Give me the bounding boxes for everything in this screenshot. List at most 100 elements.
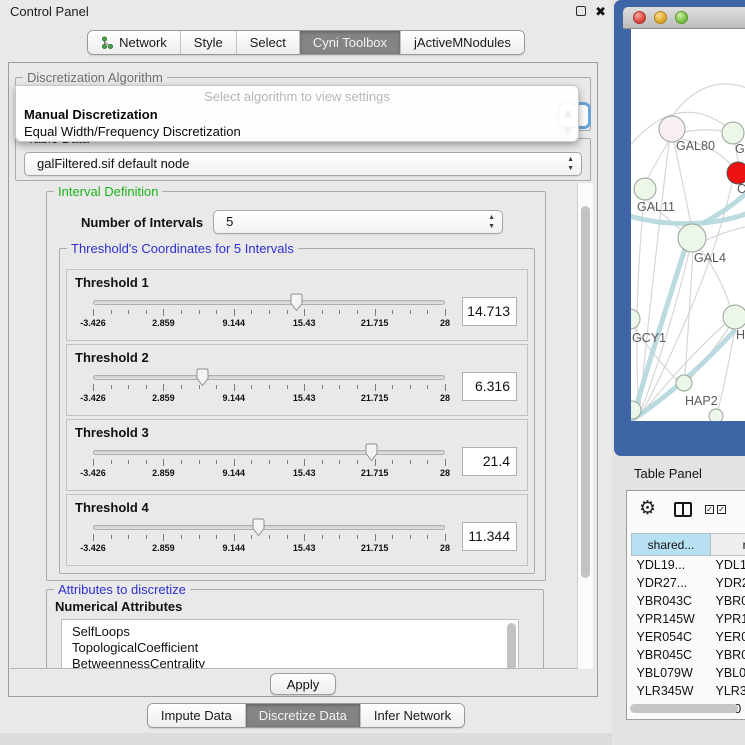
- apply-button[interactable]: Apply: [270, 673, 336, 695]
- split-columns-icon[interactable]: [674, 502, 692, 517]
- panel-content: Discretization Algorithm ▲▼ Select algor…: [8, 62, 598, 697]
- zoom-traffic-light[interactable]: [675, 11, 688, 24]
- table-row[interactable]: YBL079WYBL0: [632, 664, 745, 682]
- network-node-gal4[interactable]: [678, 224, 706, 252]
- tab-label: Cyni Toolbox: [313, 35, 387, 50]
- threshold-slider[interactable]: -3.4262.8599.14415.4321.71528: [93, 366, 445, 406]
- network-node-ga[interactable]: [722, 122, 744, 144]
- attribute-list-item[interactable]: SelfLoops: [72, 624, 518, 640]
- table-row[interactable]: YDL19...YDL1: [632, 556, 745, 574]
- table-row[interactable]: YER054CYER0: [632, 628, 745, 646]
- gear-icon[interactable]: ⚙: [639, 499, 656, 518]
- num-intervals-combo[interactable]: 5 ▲▼: [213, 210, 503, 234]
- slider-tick: [251, 460, 252, 464]
- network-canvas[interactable]: GAL80GACGAL11GAL4GCY1HHAP2: [631, 29, 745, 421]
- attribute-list-item[interactable]: TopologicalCoefficient: [72, 640, 518, 656]
- slider-tick: [163, 384, 164, 391]
- threshold-slider[interactable]: -3.4262.8599.14415.4321.71528: [93, 516, 445, 556]
- slider-track[interactable]: [93, 375, 445, 380]
- slider-tick: [216, 535, 217, 539]
- network-node-c[interactable]: [727, 162, 745, 184]
- tab-label: Style: [194, 35, 223, 50]
- slider-track[interactable]: [93, 525, 445, 530]
- slider-tick: [392, 460, 393, 464]
- threshold-slider[interactable]: -3.4262.8599.14415.4321.71528: [93, 441, 445, 481]
- network-edge[interactable]: [674, 142, 691, 224]
- threshold-box: Threshold 4-3.4262.8599.14415.4321.71528…: [66, 494, 528, 566]
- table-row[interactable]: YPR145WYPR1: [632, 610, 745, 628]
- threshold-value-field[interactable]: 21.4: [462, 447, 517, 476]
- slider-tick-label: -3.426: [80, 318, 106, 328]
- tab-select[interactable]: Select: [236, 31, 299, 54]
- slider-tick: [375, 534, 376, 541]
- column-header-2[interactable]: n: [711, 534, 745, 556]
- slider-tick-label: -3.426: [80, 468, 106, 478]
- slider-track[interactable]: [93, 300, 445, 305]
- table-panel: ⚙ ✓ ✓ shared...n YDL19...YDL1YDR27...YDR…: [626, 490, 745, 720]
- table-row[interactable]: YLR345WYLR3: [632, 682, 745, 700]
- network-edge[interactable]: [672, 84, 745, 116]
- network-node-gcy1[interactable]: [631, 309, 640, 329]
- network-node[interactable]: [709, 409, 723, 421]
- bottom-tab-impute-data[interactable]: Impute Data: [148, 704, 245, 727]
- slider-tick: [234, 534, 235, 541]
- network-node-label: GCY1: [632, 331, 666, 345]
- network-window-titlebar[interactable]: [623, 7, 745, 29]
- slider-tick: [163, 534, 164, 541]
- table-row[interactable]: YBR045CYBR0: [632, 646, 745, 664]
- slider-tick: [287, 460, 288, 464]
- checkbox-icon[interactable]: ✓: [717, 505, 726, 514]
- slider-tick: [93, 534, 94, 541]
- attributes-group-title: Attributes to discretize: [54, 582, 190, 597]
- attributes-list[interactable]: SelfLoopsTopologicalCoefficientBetweenne…: [61, 619, 519, 669]
- slider-tick: [410, 385, 411, 389]
- slider-track[interactable]: [93, 450, 445, 455]
- slider-tick-label: 15.43: [293, 393, 316, 403]
- dropdown-item[interactable]: Manual Discretization: [16, 106, 578, 123]
- horizontal-scrollbar-thumb[interactable]: [630, 704, 738, 713]
- threshold-slider[interactable]: -3.4262.8599.14415.4321.71528: [93, 291, 445, 331]
- table-cell: YBR043C: [632, 592, 711, 610]
- vertical-scrollbar-thumb[interactable]: [581, 206, 590, 578]
- horizontal-scrollbar[interactable]: [630, 704, 742, 714]
- column-header-1[interactable]: shared...: [632, 534, 711, 556]
- network-node-h[interactable]: [723, 305, 745, 329]
- threshold-value-field[interactable]: 14.713: [462, 297, 517, 326]
- tab-label: Network: [119, 35, 167, 50]
- threshold-value-field[interactable]: 6.316: [462, 372, 517, 401]
- slider-tick: [445, 384, 446, 391]
- table-row[interactable]: YBR043CYBR0: [632, 592, 745, 610]
- checkbox-icon[interactable]: ✓: [705, 505, 714, 514]
- slider-tick-label: 28: [440, 318, 450, 328]
- network-window[interactable]: GAL80GACGAL11GAL4GCY1HHAP2: [614, 0, 745, 456]
- tab-cyni-toolbox[interactable]: Cyni Toolbox: [299, 31, 400, 54]
- vertical-scrollbar[interactable]: [577, 183, 593, 669]
- bottom-tab-infer-network[interactable]: Infer Network: [360, 704, 464, 727]
- minimize-traffic-light[interactable]: [654, 11, 667, 24]
- network-node-gal11[interactable]: [634, 178, 656, 200]
- tab-jactivemnodules[interactable]: jActiveMNodules: [400, 31, 524, 54]
- slider-tick: [427, 535, 428, 539]
- table-row[interactable]: YDR27...YDR2: [632, 574, 745, 592]
- bottom-tab-discretize-data[interactable]: Discretize Data: [245, 704, 360, 727]
- dropdown-item[interactable]: Equal Width/Frequency Discretization: [16, 123, 578, 140]
- slider-tick: [339, 385, 340, 389]
- threshold-value-field[interactable]: 11.344: [462, 522, 517, 551]
- attributes-list-scrollbar[interactable]: [507, 623, 516, 669]
- tab-style[interactable]: Style: [180, 31, 236, 54]
- network-node-hap2[interactable]: [676, 375, 692, 391]
- attribute-list-item[interactable]: BetweennessCentrality: [72, 656, 518, 669]
- slider-tick: [287, 535, 288, 539]
- close-traffic-light[interactable]: [633, 11, 646, 24]
- tab-network[interactable]: Network: [88, 31, 180, 54]
- slider-tick-label: 28: [440, 543, 450, 553]
- close-icon[interactable]: ✖: [595, 5, 606, 18]
- slider-tick: [146, 535, 147, 539]
- slider-tick-label: 2.859: [152, 393, 175, 403]
- float-window-icon[interactable]: [576, 6, 586, 16]
- table-data-group: Table Data galFiltered.sif default node …: [15, 138, 591, 181]
- table-data-combo[interactable]: galFiltered.sif default node ▲▼: [24, 152, 582, 176]
- network-edge[interactable]: [684, 130, 723, 132]
- slider-tick: [234, 309, 235, 316]
- bottom-tabbar: Impute DataDiscretize DataInfer Network: [0, 703, 612, 728]
